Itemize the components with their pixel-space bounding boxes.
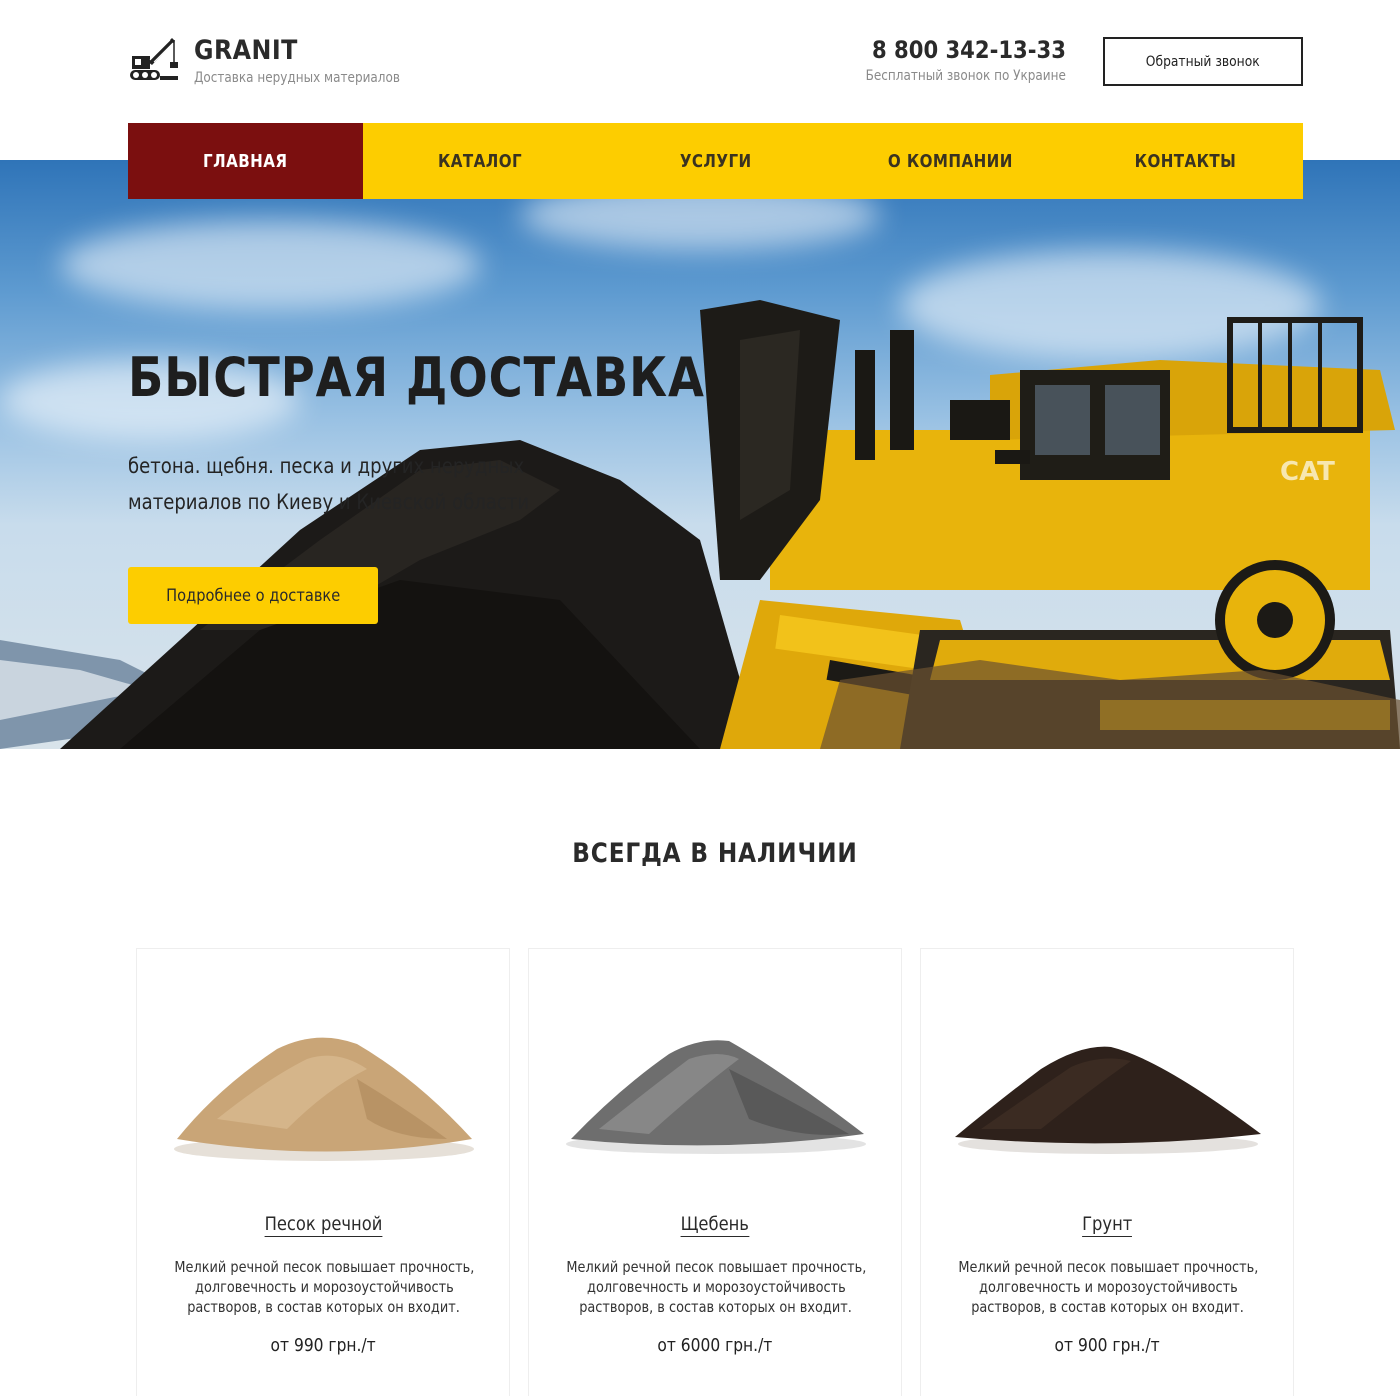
site-header: GRANIT Доставка нерудных материалов 8 80… [0,0,1400,124]
hero-description: бетона. щебня. песка и других нерудных м… [128,448,530,520]
nav-item-home[interactable]: ГЛАВНАЯ [128,123,363,199]
product-card-soil: Грунт Мелкий речной песок повышает прочн… [920,948,1294,1396]
section-title: ВСЕГДА В НАЛИЧИИ [0,838,1400,869]
nav-item-label: УСЛУГИ [679,150,752,172]
product-name[interactable]: Щебень [529,1213,901,1237]
product-name[interactable]: Грунт [921,1213,1293,1237]
product-price: от 990 грн./т [137,1335,509,1356]
nav-item-catalog[interactable]: КАТАЛОГ [363,123,598,199]
nav-item-label: КОНТАКТЫ [1134,150,1237,172]
phone-block: 8 800 342-13-33 Бесплатный звонок по Укр… [833,36,1066,84]
product-description: Мелкий речной песок повышает прочность, … [539,1257,893,1317]
product-description-line: долговечность и морозоустойчивость [586,1278,846,1296]
product-name-text[interactable]: Грунт [1081,1213,1133,1237]
product-description-line: растворов, в состав которых он входит. [971,1298,1245,1316]
product-description: Мелкий речной песок повышает прочность, … [931,1257,1285,1317]
product-card-gravel: Щебень Мелкий речной песок повышает проч… [528,948,902,1396]
product-card-sand: Песок речной Мелкий речной песок повышае… [136,948,510,1396]
sand-pile-image [174,1037,474,1161]
main-nav: ГЛАВНАЯ КАТАЛОГ УСЛУГИ О КОМПАНИИ КОНТАК… [128,123,1303,199]
product-price: от 6000 грн./т [529,1335,901,1356]
product-price: от 900 грн./т [921,1335,1293,1356]
product-price-text: от 990 грн./т [270,1335,376,1356]
crane-icon [130,38,178,80]
brand-tagline: Доставка нерудных материалов [194,70,400,86]
callback-button[interactable]: Обратный звонок [1103,37,1303,86]
product-description-line: растворов, в состав которых он входит. [187,1298,461,1316]
gravel-pile-image [566,1040,866,1154]
product-name[interactable]: Песок речной [137,1213,509,1237]
nav-item-label: ГЛАВНАЯ [203,150,288,172]
delivery-details-button-label: Подробнее о доставке [165,585,341,606]
hero-description-line-2: материалов по Киеву и Киевской области [128,490,530,514]
nav-item-about[interactable]: О КОМПАНИИ [833,123,1068,199]
product-price-text: от 900 грн./т [1054,1335,1160,1356]
section-title-text: ВСЕГДА В НАЛИЧИИ [572,838,858,869]
hero-description-line-1: бетона. щебня. песка и других нерудных [128,454,525,478]
phone-note: Бесплатный звонок по Украине [865,68,1066,84]
phone-number[interactable]: 8 800 342-13-33 [861,36,1066,64]
nav-item-label: О КОМПАНИИ [888,150,1013,172]
svg-text:CAT: CAT [1280,457,1335,487]
hero-title: БЫСТРАЯ ДОСТАВКА [128,346,705,409]
hero-banner: CAT БЫСТРАЯ ДОСТАВКА бетона. щебня. песк… [0,160,1400,749]
brand-name: GRANIT [194,35,298,66]
product-name-text[interactable]: Песок речной [264,1213,382,1237]
logo[interactable]: GRANIT Доставка нерудных материалов [128,34,433,86]
nav-item-label: КАТАЛОГ [438,150,523,172]
product-description-line: Мелкий речной песок повышает прочность, [958,1258,1258,1276]
product-description-line: Мелкий речной песок повышает прочность, [566,1258,866,1276]
nav-item-contacts[interactable]: КОНТАКТЫ [1068,123,1303,199]
nav-item-services[interactable]: УСЛУГИ [598,123,833,199]
product-description: Мелкий речной песок повышает прочность, … [147,1257,501,1317]
product-name-text[interactable]: Щебень [680,1213,750,1237]
product-description-line: долговечность и морозоустойчивость [194,1278,454,1296]
delivery-details-button[interactable]: Подробнее о доставке [128,567,378,624]
product-description-line: Мелкий речной песок повышает прочность, [174,1258,474,1276]
callback-button-label: Обратный звонок [1146,53,1260,70]
product-description-line: долговечность и морозоустойчивость [978,1278,1238,1296]
product-description-line: растворов, в состав которых он входит. [579,1298,853,1316]
product-price-text: от 6000 грн./т [657,1335,773,1356]
soil-pile-image [955,1046,1261,1154]
